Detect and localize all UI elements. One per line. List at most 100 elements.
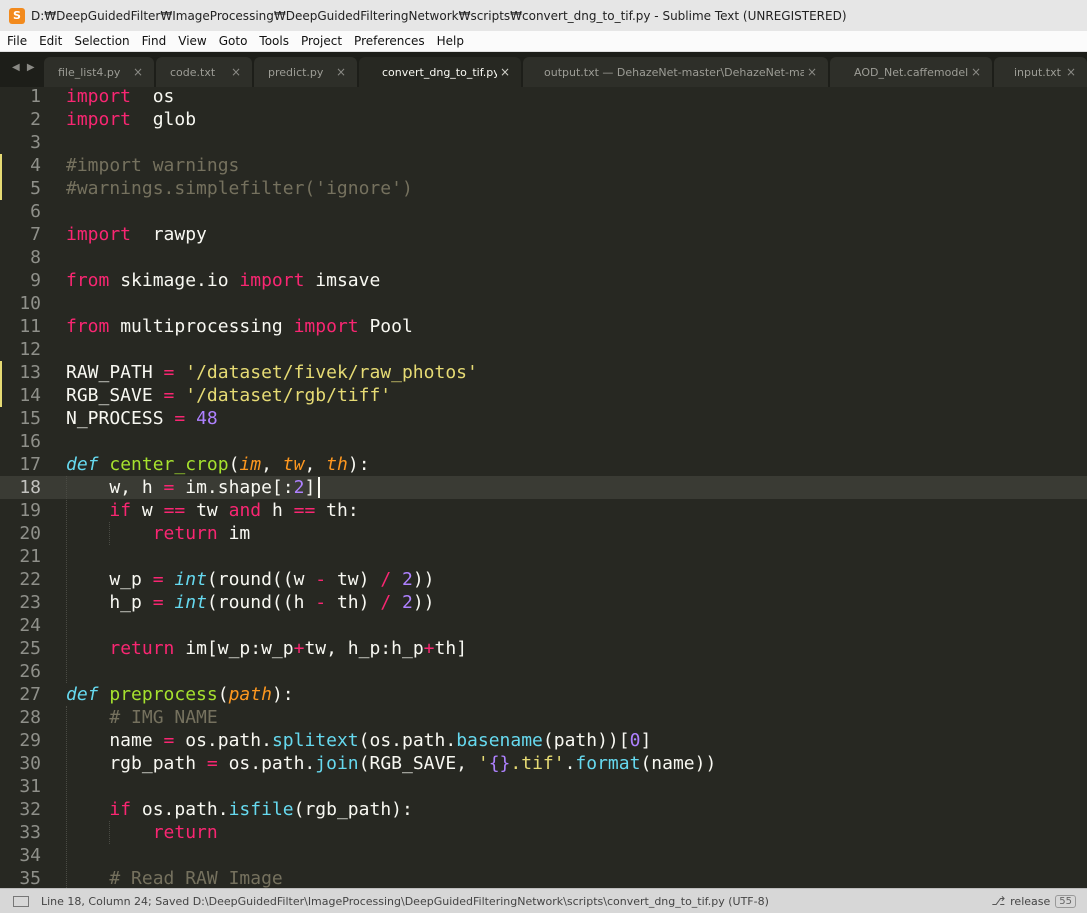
line-number[interactable]: 18 xyxy=(0,476,41,499)
line-number[interactable]: 33 xyxy=(0,821,41,844)
menu-file[interactable]: File xyxy=(0,31,33,51)
line-number[interactable]: 23 xyxy=(0,591,41,614)
line-number[interactable]: 25 xyxy=(0,637,41,660)
panel-toggle-icon[interactable] xyxy=(13,895,29,907)
line-number[interactable]: 6 xyxy=(0,200,41,223)
tab-close-icon[interactable]: × xyxy=(130,65,146,79)
line-number[interactable]: 3 xyxy=(0,131,41,154)
code-line[interactable]: 13 RAW_PATH = '/dataset/fivek/raw_photos' xyxy=(0,361,1087,384)
menu-view[interactable]: View xyxy=(172,31,212,51)
line-number[interactable]: 26 xyxy=(0,660,41,683)
tab-navigation-arrows-icon[interactable]: ◀ ▶ xyxy=(12,62,37,73)
line-number[interactable]: 20 xyxy=(0,522,41,545)
code-line[interactable]: 25 return im[w_p:w_p+tw, h_p:h_p+th] xyxy=(0,637,1087,660)
code-line[interactable]: 24 xyxy=(0,614,1087,637)
line-number[interactable]: 19 xyxy=(0,499,41,522)
tab-code-txt[interactable]: code.txt × xyxy=(156,57,252,87)
code-line[interactable]: 9 from skimage.io import imsave xyxy=(0,269,1087,292)
code-line[interactable]: 16 xyxy=(0,430,1087,453)
code-line[interactable]: 7 import rawpy xyxy=(0,223,1087,246)
code-line[interactable]: 6 xyxy=(0,200,1087,223)
line-number[interactable]: 1 xyxy=(0,87,41,108)
line-number[interactable]: 17 xyxy=(0,453,41,476)
code-line[interactable]: 5 #warnings.simplefilter('ignore') xyxy=(0,177,1087,200)
code-line[interactable]: 31 xyxy=(0,775,1087,798)
line-number[interactable]: 7 xyxy=(0,223,41,246)
code-line[interactable]: 10 xyxy=(0,292,1087,315)
line-number[interactable]: 28 xyxy=(0,706,41,729)
line-number[interactable]: 29 xyxy=(0,729,41,752)
line-number[interactable]: 34 xyxy=(0,844,41,867)
code-line[interactable]: 19 if w == tw and h == th: xyxy=(0,499,1087,522)
tab-close-icon[interactable]: × xyxy=(804,65,820,79)
line-number[interactable]: 24 xyxy=(0,614,41,637)
code-line[interactable]: 15 N_PROCESS = 48 xyxy=(0,407,1087,430)
line-number[interactable]: 8 xyxy=(0,246,41,269)
menu-project[interactable]: Project xyxy=(295,31,348,51)
code-line[interactable]: 1 import os xyxy=(0,87,1087,108)
line-number[interactable]: 9 xyxy=(0,269,41,292)
line-number[interactable]: 11 xyxy=(0,315,41,338)
code-line[interactable]: 23 h_p = int(round((h - th) / 2)) xyxy=(0,591,1087,614)
line-number[interactable]: 12 xyxy=(0,338,41,361)
menu-edit[interactable]: Edit xyxy=(33,31,68,51)
tab-close-icon[interactable]: × xyxy=(333,65,349,79)
menu-tools[interactable]: Tools xyxy=(253,31,295,51)
line-number[interactable]: 32 xyxy=(0,798,41,821)
code-line[interactable]: 18 w, h = im.shape[:2] xyxy=(0,476,1087,499)
code-line[interactable]: 26 xyxy=(0,660,1087,683)
tab-file-list4[interactable]: file_list4.py × xyxy=(44,57,154,87)
tab-close-icon[interactable]: × xyxy=(968,65,984,79)
tab-predict-py[interactable]: predict.py × xyxy=(254,57,357,87)
code-line[interactable]: 14 RGB_SAVE = '/dataset/rgb/tiff' xyxy=(0,384,1087,407)
line-number[interactable]: 21 xyxy=(0,545,41,568)
code-line[interactable]: 33 return xyxy=(0,821,1087,844)
menu-preferences[interactable]: Preferences xyxy=(348,31,431,51)
code-line[interactable]: 22 w_p = int(round((w - tw) / 2)) xyxy=(0,568,1087,591)
menu-goto[interactable]: Goto xyxy=(213,31,254,51)
tab-close-icon[interactable]: × xyxy=(1063,65,1079,79)
line-number[interactable]: 14 xyxy=(0,384,41,407)
code-editor[interactable]: 1 import os 2 import glob 3 4 #import warnings… xyxy=(0,87,1087,888)
code-line[interactable]: 34 xyxy=(0,844,1087,867)
tab-aod-net-caffemodel[interactable]: AOD_Net.caffemodel × xyxy=(830,57,992,87)
code-line[interactable]: 3 xyxy=(0,131,1087,154)
line-number[interactable]: 16 xyxy=(0,430,41,453)
line-number[interactable]: 15 xyxy=(0,407,41,430)
sublime-app-icon[interactable]: S xyxy=(9,7,25,24)
code-line[interactable]: 17 def center_crop(im, tw, th): xyxy=(0,453,1087,476)
line-number[interactable]: 10 xyxy=(0,292,41,315)
code-line[interactable]: 28 # IMG NAME xyxy=(0,706,1087,729)
line-number[interactable]: 31 xyxy=(0,775,41,798)
code-line[interactable]: 20 return im xyxy=(0,522,1087,545)
line-number[interactable]: 5 xyxy=(0,177,41,200)
code-line[interactable]: 27 def preprocess(path): xyxy=(0,683,1087,706)
line-number[interactable]: 2 xyxy=(0,108,41,131)
code-line[interactable]: 2 import glob xyxy=(0,108,1087,131)
line-number[interactable]: 27 xyxy=(0,683,41,706)
git-branch-icon[interactable]: ⎇ xyxy=(991,894,1005,908)
line-number[interactable]: 22 xyxy=(0,568,41,591)
code-line[interactable]: 35 # Read RAW Image xyxy=(0,867,1087,888)
code-line[interactable]: 21 xyxy=(0,545,1087,568)
tab-convert-dng-to-tif[interactable]: convert_dng_to_tif.py × xyxy=(359,57,521,87)
code-line[interactable]: 12 xyxy=(0,338,1087,361)
tab-close-icon[interactable]: × xyxy=(497,65,513,79)
code-line[interactable]: 32 if os.path.isfile(rgb_path): xyxy=(0,798,1087,821)
line-number[interactable]: 4 xyxy=(0,154,41,177)
code-line[interactable]: 8 xyxy=(0,246,1087,269)
code-line[interactable]: 4 #import warnings xyxy=(0,154,1087,177)
menu-selection[interactable]: Selection xyxy=(68,31,135,51)
line-number[interactable]: 30 xyxy=(0,752,41,775)
menu-help[interactable]: Help xyxy=(431,31,470,51)
tab-close-icon[interactable]: × xyxy=(228,65,244,79)
code-line[interactable]: 11 from multiprocessing import Pool xyxy=(0,315,1087,338)
tab-input-txt[interactable]: input.txt × xyxy=(994,57,1087,87)
git-branch-name[interactable]: release xyxy=(1010,895,1050,908)
menu-find[interactable]: Find xyxy=(136,31,173,51)
code-line[interactable]: 30 rgb_path = os.path.join(RGB_SAVE, '{}… xyxy=(0,752,1087,775)
line-number[interactable]: 35 xyxy=(0,867,41,888)
tab-output-txt[interactable]: output.txt — DehazeNet-master\DehazeNet-… xyxy=(523,57,828,87)
line-number[interactable]: 13 xyxy=(0,361,41,384)
code-line[interactable]: 29 name = os.path.splitext(os.path.basen… xyxy=(0,729,1087,752)
